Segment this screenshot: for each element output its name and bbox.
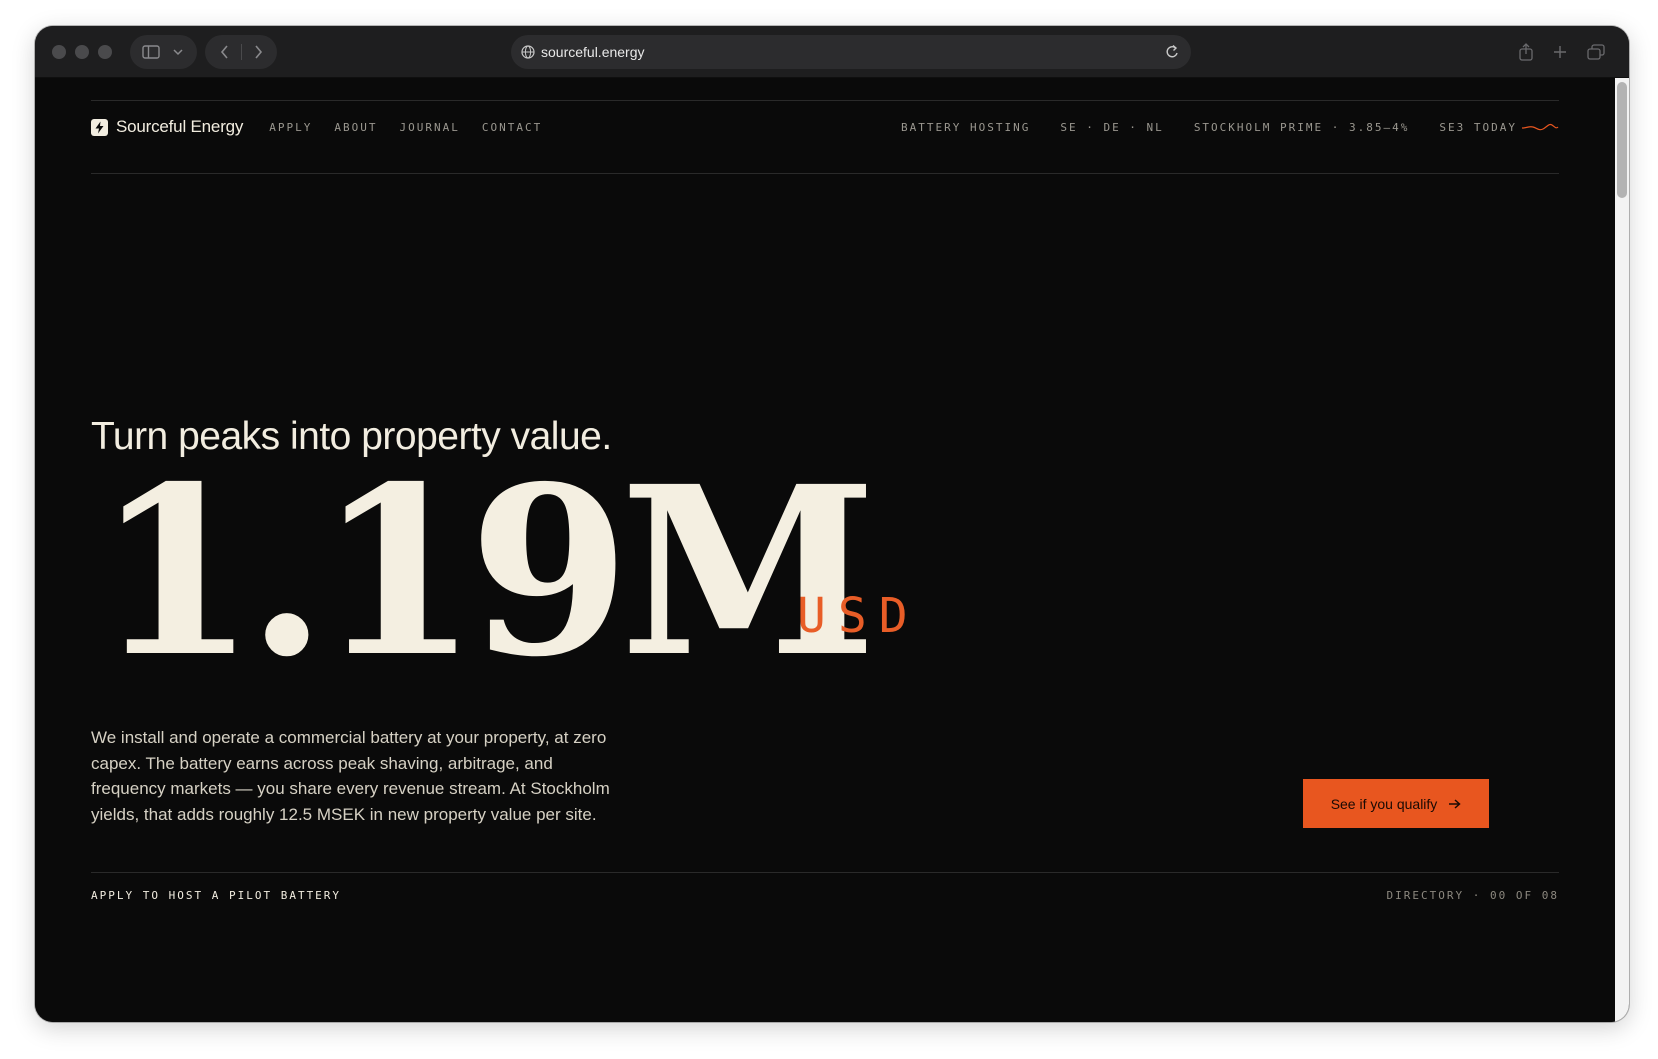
see-if-you-qualify-button[interactable]: See if you qualify xyxy=(1303,779,1489,828)
regions-tag: SE · DE · NL xyxy=(1060,120,1164,134)
site-header: Sourceful Energy APPLY ABOUT JOURNAL CON… xyxy=(91,102,1559,152)
scrollbar-track[interactable] xyxy=(1615,78,1629,1022)
header-bottom-rule xyxy=(91,173,1559,174)
sidebar-toggle-group xyxy=(130,35,197,69)
nav-link-journal[interactable]: JOURNAL xyxy=(399,121,459,134)
price-sparkline-icon xyxy=(1521,123,1559,131)
url-text: sourceful.energy xyxy=(541,44,645,60)
forward-arrow-icon[interactable] xyxy=(247,35,269,69)
sidebar-icon[interactable] xyxy=(140,35,162,69)
lightning-bolt-icon xyxy=(91,118,108,136)
today-label: SE3 TODAY xyxy=(1439,120,1517,134)
share-icon[interactable] xyxy=(1509,35,1543,69)
back-arrow-icon[interactable] xyxy=(213,35,235,69)
nav-link-about[interactable]: ABOUT xyxy=(334,121,377,134)
nav-link-apply[interactable]: APPLY xyxy=(269,121,312,134)
hero-unit: USD xyxy=(797,588,920,644)
scrollbar-thumb[interactable] xyxy=(1617,82,1627,198)
minimize-window-button[interactable] xyxy=(75,45,89,59)
zoom-window-button[interactable] xyxy=(98,45,112,59)
reload-icon[interactable] xyxy=(1165,44,1180,65)
brand-logo[interactable]: Sourceful Energy xyxy=(91,117,243,137)
history-nav-group xyxy=(205,35,277,69)
nav-link-contact[interactable]: CONTACT xyxy=(482,121,542,134)
header-meta-tags: BATTERY HOSTING SE · DE · NL STOCKHOLM P… xyxy=(901,121,1559,134)
apply-pilot-link[interactable]: APPLY TO HOST A PILOT BATTERY xyxy=(91,889,341,902)
brand-name: Sourceful Energy xyxy=(116,117,244,136)
service-tag: BATTERY HOSTING xyxy=(900,120,1031,134)
window-controls xyxy=(52,45,112,59)
window-tools xyxy=(1509,35,1629,69)
hero-value: 1.19M xyxy=(95,435,877,708)
new-tab-plus-icon[interactable] xyxy=(1543,35,1577,69)
footer-rule xyxy=(91,872,1559,873)
close-window-button[interactable] xyxy=(52,45,66,59)
arrow-right-icon xyxy=(1449,798,1461,809)
nav-divider xyxy=(239,35,243,69)
browser-toolbar: sourceful.energy xyxy=(35,26,1629,78)
tab-overview-icon[interactable] xyxy=(1579,35,1613,69)
address-bar[interactable]: sourceful.energy xyxy=(511,35,1191,69)
browser-window: sourceful.energy Sourceful Energy APPLY … xyxy=(35,26,1629,1022)
main-nav: APPLY ABOUT JOURNAL CONTACT xyxy=(269,121,542,134)
header-top-rule xyxy=(91,100,1559,101)
globe-icon xyxy=(521,45,535,64)
cta-label: See if you qualify xyxy=(1330,795,1438,812)
yield-tag: STOCKHOLM PRIME · 3.85–4% xyxy=(1193,120,1410,134)
today-tag: SE3 TODAY xyxy=(1439,121,1559,134)
hero-description: We install and operate a commercial batt… xyxy=(91,728,610,824)
web-page: Sourceful Energy APPLY ABOUT JOURNAL CON… xyxy=(35,78,1615,1022)
directory-counter: DIRECTORY · 00 OF 08 xyxy=(1386,889,1559,902)
chevron-down-icon[interactable] xyxy=(168,35,188,69)
